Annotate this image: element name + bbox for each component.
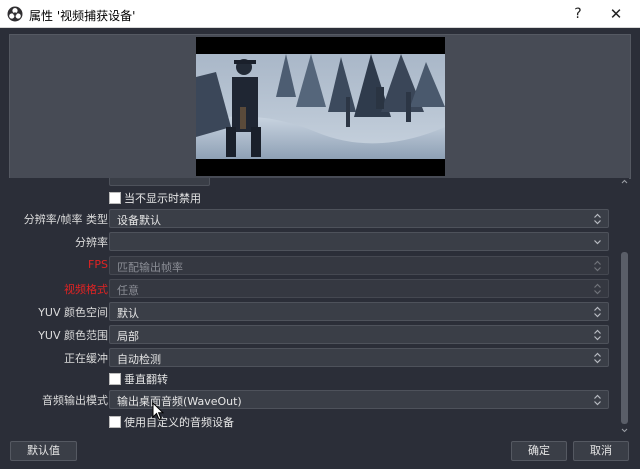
flip-vertically-label: 垂直翻转 — [124, 373, 168, 386]
resolution-fps-type-row: 分辨率/帧率 类型 设备默认 — [9, 209, 617, 229]
video-format-label: 视频格式 — [64, 283, 108, 296]
audio-output-mode-select[interactable]: 输出桌面音频(WaveOut) — [109, 390, 609, 409]
video-format-value: 任意 — [117, 284, 139, 297]
resolution-fps-type-label: 分辨率/帧率 类型 — [23, 213, 108, 226]
title-bar: 属性 '视频捕获设备' ? ✕ — [0, 0, 640, 28]
yuv-color-range-label: YUV 颜色范围 — [38, 329, 108, 342]
resolution-fps-type-value: 设备默认 — [117, 214, 161, 227]
close-button[interactable]: ✕ — [598, 2, 634, 26]
video-format-row: 视频格式 任意 — [9, 279, 617, 299]
properties-list: 当不显示时禁用 分辨率/帧率 类型 设备默认 分辨率 FPS 匹配输出帧率 视频… — [9, 178, 629, 434]
yuv-color-range-row: YUV 颜色范围 局部 — [9, 325, 617, 345]
scrollbar-thumb[interactable] — [621, 252, 628, 424]
use-custom-audio-device-checkbox[interactable] — [109, 416, 121, 428]
buffering-value: 自动检测 — [117, 353, 161, 366]
audio-output-mode-label: 音频输出模式 — [42, 394, 108, 407]
window-title: 属性 '视频捕获设备' — [29, 9, 136, 23]
spin-arrows-icon — [594, 260, 601, 272]
flip-vertically-checkbox[interactable] — [109, 373, 121, 385]
use-custom-audio-device-label: 使用自定义的音频设备 — [124, 416, 234, 429]
yuv-color-range-select[interactable]: 局部 — [109, 325, 609, 344]
disable-when-not-showing-checkbox[interactable] — [109, 192, 121, 204]
spin-arrows-icon — [594, 306, 601, 318]
video-preview — [196, 37, 445, 176]
yuv-color-space-row: YUV 颜色空间 默认 — [9, 302, 617, 322]
yuv-color-range-value: 局部 — [117, 330, 139, 343]
ok-button[interactable]: 确定 — [511, 441, 567, 461]
scroll-up-arrow-icon[interactable] — [621, 178, 628, 186]
resolution-label: 分辨率 — [75, 236, 108, 249]
spin-arrows-icon — [594, 213, 601, 225]
cancel-button[interactable]: 取消 — [573, 441, 629, 461]
fps-label: FPS — [88, 258, 108, 271]
mouse-cursor-icon — [152, 402, 164, 421]
spin-arrows-icon — [594, 352, 601, 364]
spin-arrows-icon — [594, 283, 601, 295]
fps-value: 匹配输出帧率 — [117, 261, 183, 274]
buffering-select[interactable]: 自动检测 — [109, 348, 609, 367]
preview-area — [9, 34, 631, 179]
video-format-select[interactable]: 任意 — [109, 279, 609, 298]
vertical-scrollbar[interactable] — [620, 178, 629, 434]
resolution-fps-type-select[interactable]: 设备默认 — [109, 209, 609, 228]
snowy-forest-scene-image — [196, 37, 445, 176]
obs-logo-icon — [7, 6, 23, 22]
fps-row: FPS 匹配输出帧率 — [9, 256, 617, 276]
partial-field — [109, 178, 210, 186]
fps-select[interactable]: 匹配输出帧率 — [109, 256, 609, 275]
yuv-color-space-label: YUV 颜色空间 — [38, 306, 108, 319]
disable-when-not-showing-label: 当不显示时禁用 — [124, 192, 201, 205]
buffering-label: 正在缓冲 — [64, 352, 108, 365]
chevron-down-icon — [594, 240, 601, 245]
spin-arrows-icon — [594, 329, 601, 341]
audio-output-mode-value: 输出桌面音频(WaveOut) — [117, 395, 242, 408]
resolution-combobox[interactable] — [109, 232, 609, 251]
resolution-row: 分辨率 — [9, 232, 617, 252]
spin-arrows-icon — [594, 394, 601, 406]
help-button[interactable]: ? — [560, 2, 596, 26]
defaults-button[interactable]: 默认值 — [10, 441, 77, 461]
yuv-color-space-select[interactable]: 默认 — [109, 302, 609, 321]
yuv-color-space-value: 默认 — [117, 307, 139, 320]
buffering-row: 正在缓冲 自动检测 — [9, 348, 617, 368]
scroll-down-arrow-icon[interactable] — [621, 426, 628, 434]
audio-output-mode-row: 音频输出模式 输出桌面音频(WaveOut) — [9, 390, 617, 410]
